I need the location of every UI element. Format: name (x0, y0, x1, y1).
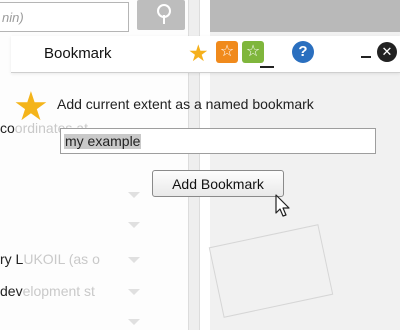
close-icon[interactable]: ✕ (377, 42, 397, 62)
chevron-down-icon[interactable] (128, 289, 140, 295)
search-placeholder: nin) (2, 10, 24, 25)
sidebar-row[interactable]: development st (0, 283, 95, 299)
mouse-cursor-icon (275, 194, 290, 217)
star-icon[interactable]: ★ (188, 41, 209, 65)
chevron-down-icon[interactable] (128, 257, 140, 263)
help-icon[interactable]: ? (292, 41, 314, 63)
bookmark-name-value: my example (64, 133, 142, 149)
bookmark-star-icon: ★ (13, 85, 49, 129)
minimize-icon[interactable] (361, 56, 371, 58)
add-bookmark-button[interactable]: Add Bookmark (152, 170, 284, 197)
orange-star-tool-icon[interactable]: ☆ (216, 41, 238, 63)
map-header-strip (210, 0, 400, 32)
search-button[interactable] (137, 0, 185, 30)
instruction-text: Add current extent as a named bookmark (57, 96, 314, 112)
widget-title: Bookmark (44, 45, 112, 62)
bookmark-widget-titlebar: Bookmark ★ ☆ ☆ ? ✕ (11, 36, 400, 73)
chevron-down-icon[interactable] (128, 319, 140, 325)
green-star-tool-icon[interactable]: ☆ (242, 41, 264, 63)
search-input[interactable]: nin) (0, 2, 129, 32)
chevron-down-icon[interactable] (128, 222, 140, 228)
sidebar-row[interactable]: ry LUKOIL (as o (0, 251, 100, 267)
active-tool-indicator (260, 66, 274, 68)
